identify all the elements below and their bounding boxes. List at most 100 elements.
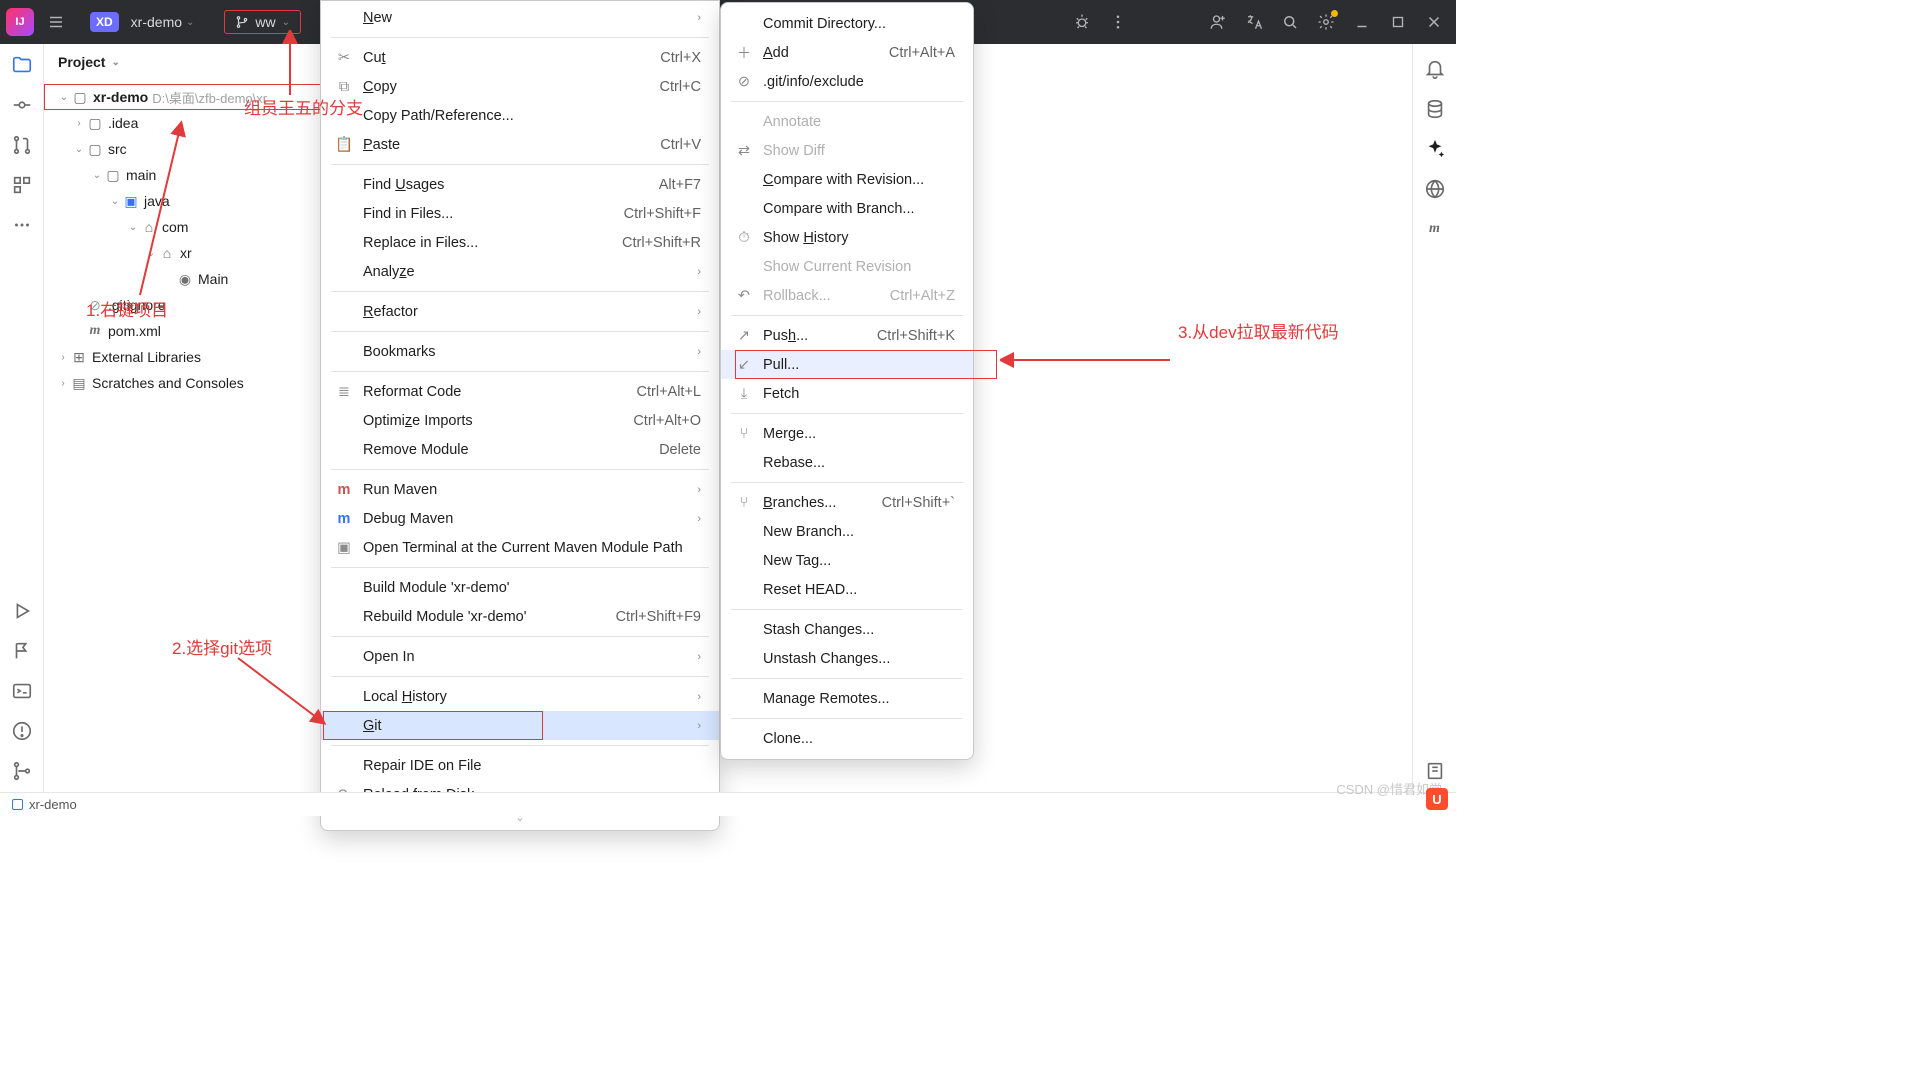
menu-item-debugmaven[interactable]: mDebug Maven› [321, 504, 719, 533]
menu-item-refactor[interactable]: Refactor› [321, 297, 719, 326]
menu-item-stash[interactable]: Stash Changes... [721, 615, 973, 644]
terminal-tool-icon[interactable] [11, 680, 33, 702]
menu-item-openterm[interactable]: ▣Open Terminal at the Current Maven Modu… [321, 533, 719, 562]
tree-node-scratch[interactable]: ›▤Scratches and Consoles [44, 370, 323, 396]
menu-item-runmaven[interactable]: mRun Maven› [321, 475, 719, 504]
plus-icon: ＋ [735, 42, 753, 63]
pull-requests-icon[interactable] [11, 134, 33, 156]
maven-tool-icon[interactable]: m [1424, 218, 1446, 240]
tree-node-java[interactable]: ⌄▣java [44, 188, 323, 214]
menu-item-git[interactable]: Git› [321, 711, 719, 740]
tree-node-gitignore[interactable]: ⊘.gitignore [44, 292, 323, 318]
project-panel: Project⌄ ⌄▢xr-demoD:\桌面\zfb-demo\xr ›▢.i… [44, 44, 324, 792]
copy-icon: ⧉ [335, 79, 353, 95]
menu-item-comparewrev[interactable]: Compare with Revision... [721, 165, 973, 194]
menu-item-comparewbranch[interactable]: Compare with Branch... [721, 194, 973, 223]
menu-item-unstash[interactable]: Unstash Changes... [721, 644, 973, 673]
menu-item-copypath[interactable]: Copy Path/Reference... [321, 101, 719, 130]
tree-node-extlib[interactable]: ›⊞External Libraries [44, 344, 323, 370]
notifications-icon[interactable] [1424, 58, 1446, 80]
ai-assistant-icon[interactable] [1424, 138, 1446, 160]
menu-item-cut[interactable]: ✂CutCtrl+X [321, 43, 719, 72]
tree-node-pom[interactable]: mpom.xml [44, 318, 323, 344]
terminal-icon: ▣ [335, 540, 353, 556]
structure-tool-icon[interactable] [11, 174, 33, 196]
tree-node-src[interactable]: ⌄▢src [44, 136, 323, 162]
services-tool-icon[interactable] [11, 600, 33, 622]
maven-icon: m [335, 482, 353, 498]
menu-item-branches[interactable]: ⑂Branches...Ctrl+Shift+` [721, 488, 973, 517]
menu-item-removemodule[interactable]: Remove ModuleDelete [321, 435, 719, 464]
annotation-3: 3.从dev拉取最新代码 [1178, 318, 1339, 343]
corner-logo: U [1426, 788, 1448, 810]
tree-node-idea[interactable]: ›▢.idea [44, 110, 323, 136]
menu-item-bookmarks[interactable]: Bookmarks› [321, 337, 719, 366]
menu-item-reformat[interactable]: ≣Reformat CodeCtrl+Alt+L [321, 377, 719, 406]
menu-item-repairide[interactable]: Repair IDE on File [321, 751, 719, 780]
maximize-icon[interactable] [1382, 6, 1414, 38]
settings-icon[interactable] [1310, 6, 1342, 38]
tree-node-xr[interactable]: ⌄⌂xr [44, 240, 323, 266]
push-icon: ↗ [735, 328, 753, 344]
menu-item-localhist[interactable]: Local History› [321, 682, 719, 711]
minimize-icon[interactable] [1346, 6, 1378, 38]
menu-item-copy[interactable]: ⧉CopyCtrl+C [321, 72, 719, 101]
menu-item-add[interactable]: ＋AddCtrl+Alt+A [721, 38, 973, 67]
search-icon[interactable] [1274, 6, 1306, 38]
menu-item-push[interactable]: ↗Push...Ctrl+Shift+K [721, 321, 973, 350]
exclude-icon: ⊘ [735, 74, 753, 90]
menu-item-newtag[interactable]: New Tag... [721, 546, 973, 575]
status-bar: xr-demo [0, 792, 1456, 816]
menu-item-resethead[interactable]: Reset HEAD... [721, 575, 973, 604]
menu-item-newbranch[interactable]: New Branch... [721, 517, 973, 546]
pull-icon: ↙ [735, 357, 753, 373]
annotation-arrow [1000, 345, 1175, 375]
tree-node-com[interactable]: ⌄⌂com [44, 214, 323, 240]
diff-icon: ⇄ [735, 143, 753, 159]
menu-item-replaceinfiles[interactable]: Replace in Files...Ctrl+Shift+R [321, 228, 719, 257]
build-tool-icon[interactable] [11, 640, 33, 662]
http-client-icon[interactable] [1424, 178, 1446, 200]
menu-item-findusages[interactable]: Find UsagesAlt+F7 [321, 170, 719, 199]
menu-item-annotate: Annotate [721, 107, 973, 136]
tree-node-mainclass[interactable]: ◉Main [44, 266, 323, 292]
menu-item-exclude[interactable]: ⊘.git/info/exclude [721, 67, 973, 96]
database-icon[interactable] [1424, 98, 1446, 120]
status-project-name: xr-demo [29, 797, 77, 812]
bug-icon[interactable] [1066, 6, 1098, 38]
problems-tool-icon[interactable] [11, 720, 33, 742]
menu-item-merge[interactable]: ⑂Merge... [721, 419, 973, 448]
menu-item-showhist[interactable]: ⏱Show History [721, 223, 973, 252]
menu-item-pull[interactable]: ↙Pull... [721, 350, 973, 379]
branch-selector[interactable]: ww⌄ [224, 10, 301, 34]
main-menu-button[interactable] [40, 6, 72, 38]
close-icon[interactable] [1418, 6, 1450, 38]
commit-tool-icon[interactable] [11, 94, 33, 116]
menu-item-remotes[interactable]: Manage Remotes... [721, 684, 973, 713]
menu-item-rebase[interactable]: Rebase... [721, 448, 973, 477]
more-tools-icon[interactable] [11, 214, 33, 236]
menu-item-optimize[interactable]: Optimize ImportsCtrl+Alt+O [321, 406, 719, 435]
vcs-tool-icon[interactable] [11, 760, 33, 782]
menu-item-fetch[interactable]: ⤓Fetch [721, 379, 973, 408]
menu-item-clone[interactable]: Clone... [721, 724, 973, 753]
menu-item-commitdir[interactable]: Commit Directory... [721, 9, 973, 38]
project-tool-icon[interactable] [11, 54, 33, 76]
menu-item-paste[interactable]: 📋PasteCtrl+V [321, 130, 719, 159]
menu-item-findinfiles[interactable]: Find in Files...Ctrl+Shift+F [321, 199, 719, 228]
menu-item-analyze[interactable]: Analyze› [321, 257, 719, 286]
menu-item-buildmod[interactable]: Build Module 'xr-demo' [321, 573, 719, 602]
menu-item-new[interactable]: New› [321, 3, 719, 32]
tree-node-main[interactable]: ⌄▢main [44, 162, 323, 188]
project-selector[interactable]: xr-demo⌄ [131, 14, 195, 30]
tree-root[interactable]: ⌄▢xr-demoD:\桌面\zfb-demo\xr [44, 84, 323, 110]
translate-icon[interactable] [1238, 6, 1270, 38]
project-panel-header[interactable]: Project⌄ [44, 44, 323, 80]
add-person-icon[interactable] [1202, 6, 1234, 38]
history-icon: ⏱ [735, 230, 753, 246]
menu-item-rebuildmod[interactable]: Rebuild Module 'xr-demo'Ctrl+Shift+F9 [321, 602, 719, 631]
more-icon[interactable] [1102, 6, 1134, 38]
menu-item-showdiff: ⇄Show Diff [721, 136, 973, 165]
context-menu: New› ✂CutCtrl+X ⧉CopyCtrl+C Copy Path/Re… [320, 0, 720, 831]
menu-item-openin[interactable]: Open In› [321, 642, 719, 671]
